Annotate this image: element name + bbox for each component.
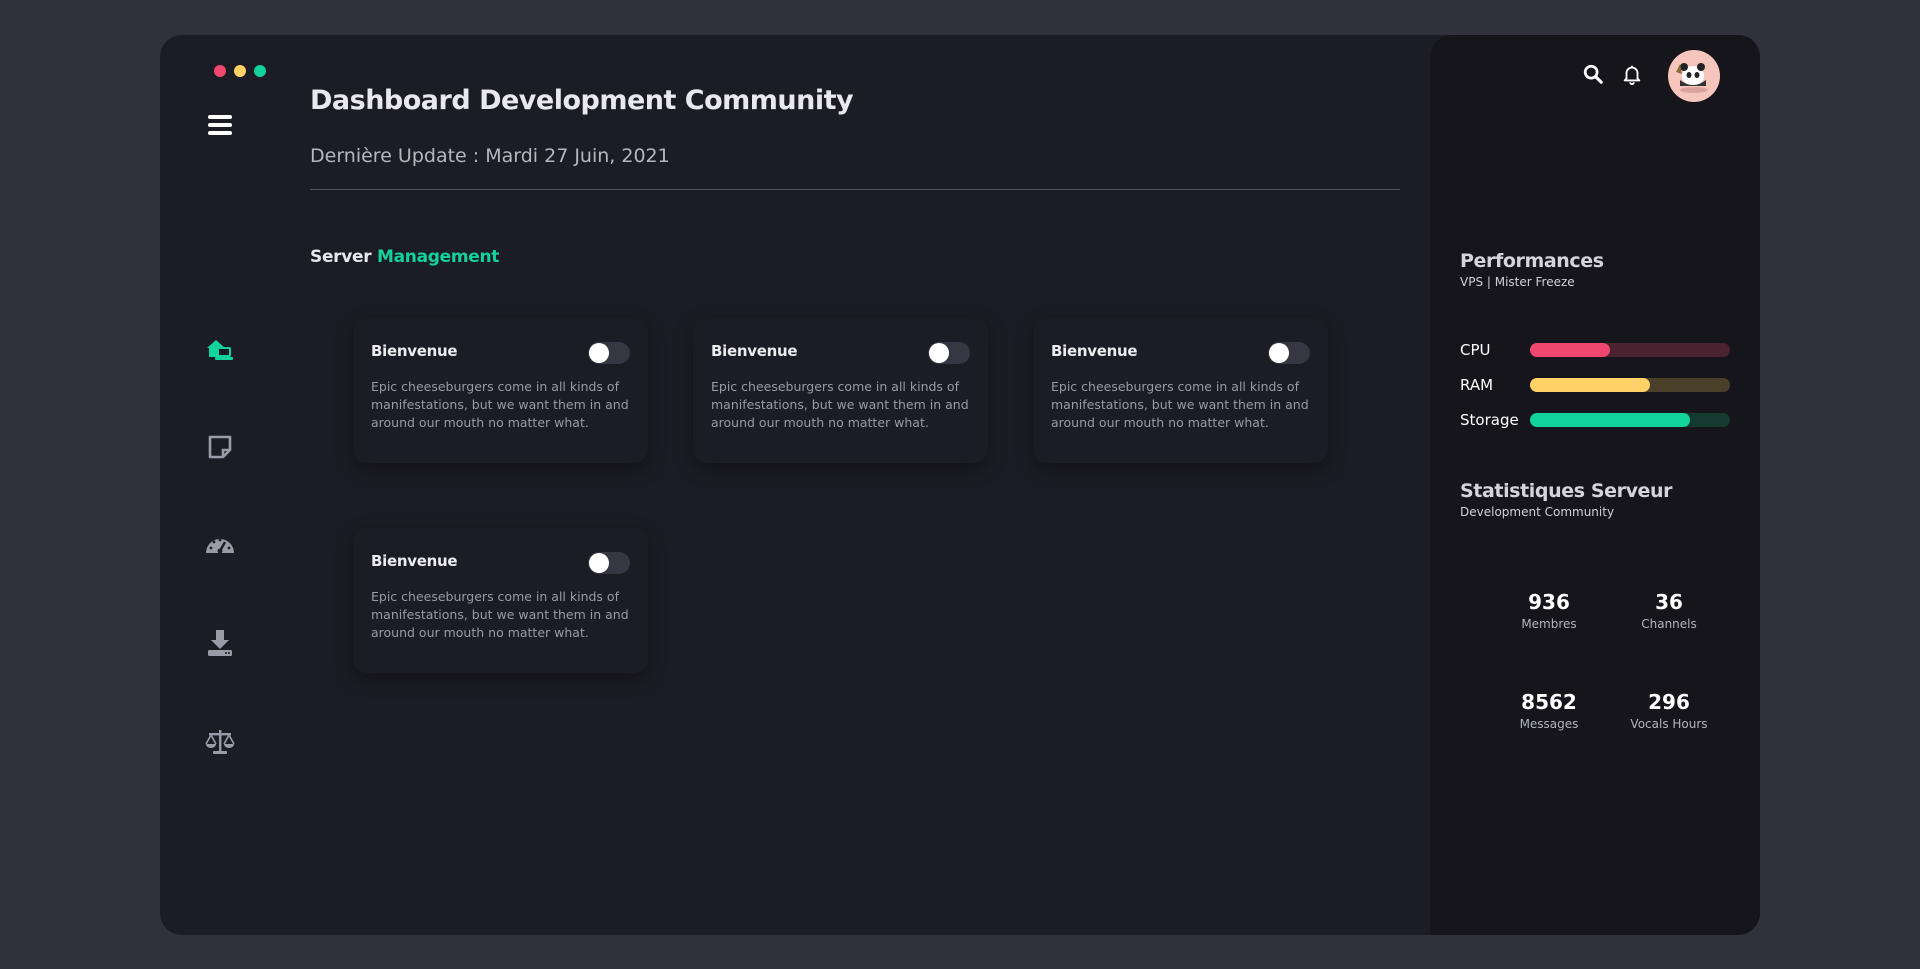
card-description: Epic cheeseburgers come in all kinds of … <box>371 379 629 430</box>
performances-subtitle: VPS | Mister Freeze <box>1460 275 1575 289</box>
cpu-label: CPU <box>1460 341 1491 359</box>
cpu-bar <box>1530 343 1730 357</box>
close-dot[interactable] <box>214 65 226 77</box>
maximize-dot[interactable] <box>254 65 266 77</box>
stats-title: Statistiques Serveur <box>1460 480 1673 502</box>
card-description: Epic cheeseburgers come in all kinds of … <box>1051 379 1309 430</box>
sticky-note-icon <box>208 435 232 459</box>
stat-value: 296 <box>1648 690 1690 714</box>
server-card: Bienvenue Epic cheeseburgers come in all… <box>353 528 648 673</box>
ram-label: RAM <box>1460 376 1494 394</box>
toggle-knob <box>1269 343 1289 363</box>
toggle-knob <box>929 343 949 363</box>
card-toggle[interactable] <box>928 342 970 364</box>
header-divider <box>310 189 1400 190</box>
hamburger-menu-icon[interactable] <box>208 115 232 137</box>
download-icon <box>208 630 232 656</box>
nav-balance-icon[interactable] <box>203 724 237 758</box>
storage-bar <box>1530 413 1730 427</box>
stat-label: Vocals Hours <box>1630 717 1708 731</box>
minimize-dot[interactable] <box>234 65 246 77</box>
storage-bar-fill <box>1530 413 1690 427</box>
storage-label: Storage <box>1460 411 1519 429</box>
stat-vocal-hours: 296 Vocals Hours <box>1614 690 1724 731</box>
toggle-knob <box>589 553 609 573</box>
card-description: Epic cheeseburgers come in all kinds of … <box>371 589 629 640</box>
window-controls <box>214 65 266 77</box>
server-card: Bienvenue Epic cheeseburgers come in all… <box>1033 318 1328 463</box>
performances-title: Performances <box>1460 250 1604 272</box>
cpu-row: CPU <box>1460 340 1730 360</box>
stat-members: 936 Membres <box>1494 590 1604 631</box>
cpu-bar-fill <box>1530 343 1610 357</box>
nav-gauge-icon[interactable] <box>203 528 237 562</box>
bell-icon[interactable] <box>1619 61 1645 87</box>
page-title: Dashboard Development Community <box>310 85 854 116</box>
storage-row: Storage <box>1460 410 1730 430</box>
stat-label: Channels <box>1641 617 1697 631</box>
stat-messages: 8562 Messages <box>1494 690 1604 731</box>
section-title-accent: Management <box>376 247 500 267</box>
card-toggle[interactable] <box>588 342 630 364</box>
gauge-icon <box>206 538 234 554</box>
card-toggle[interactable] <box>588 552 630 574</box>
server-card: Bienvenue Epic cheeseburgers come in all… <box>353 318 648 463</box>
house-laptop-icon <box>207 340 233 360</box>
nav-notes-icon[interactable] <box>203 430 237 464</box>
ram-bar-fill <box>1530 378 1650 392</box>
nav-home-icon[interactable] <box>203 332 237 366</box>
stats-subtitle: Development Community <box>1460 505 1615 519</box>
section-title-prefix: Server <box>310 247 372 267</box>
app-window: Dashboard Development Community Dernière… <box>160 35 1760 935</box>
ram-row: RAM <box>1460 375 1730 395</box>
right-panel: Performances VPS | Mister Freeze CPU RAM… <box>1430 35 1760 935</box>
stat-label: Messages <box>1519 717 1579 731</box>
card-description: Epic cheeseburgers come in all kinds of … <box>711 379 969 430</box>
balance-scale-icon <box>205 730 235 754</box>
stat-value: 36 <box>1655 590 1683 614</box>
nav-download-icon[interactable] <box>203 626 237 660</box>
section-title: Server Management <box>310 247 499 267</box>
ram-bar <box>1530 378 1730 392</box>
avatar[interactable] <box>1668 50 1720 102</box>
stat-value: 936 <box>1528 590 1570 614</box>
toggle-knob <box>589 343 609 363</box>
stat-label: Membres <box>1521 617 1577 631</box>
server-card: Bienvenue Epic cheeseburgers come in all… <box>693 318 988 463</box>
search-icon[interactable] <box>1580 61 1606 87</box>
card-toggle[interactable] <box>1268 342 1310 364</box>
stat-value: 8562 <box>1521 690 1577 714</box>
last-update-text: Dernière Update : Mardi 27 Juin, 2021 <box>310 145 670 167</box>
stat-channels: 36 Channels <box>1614 590 1724 631</box>
